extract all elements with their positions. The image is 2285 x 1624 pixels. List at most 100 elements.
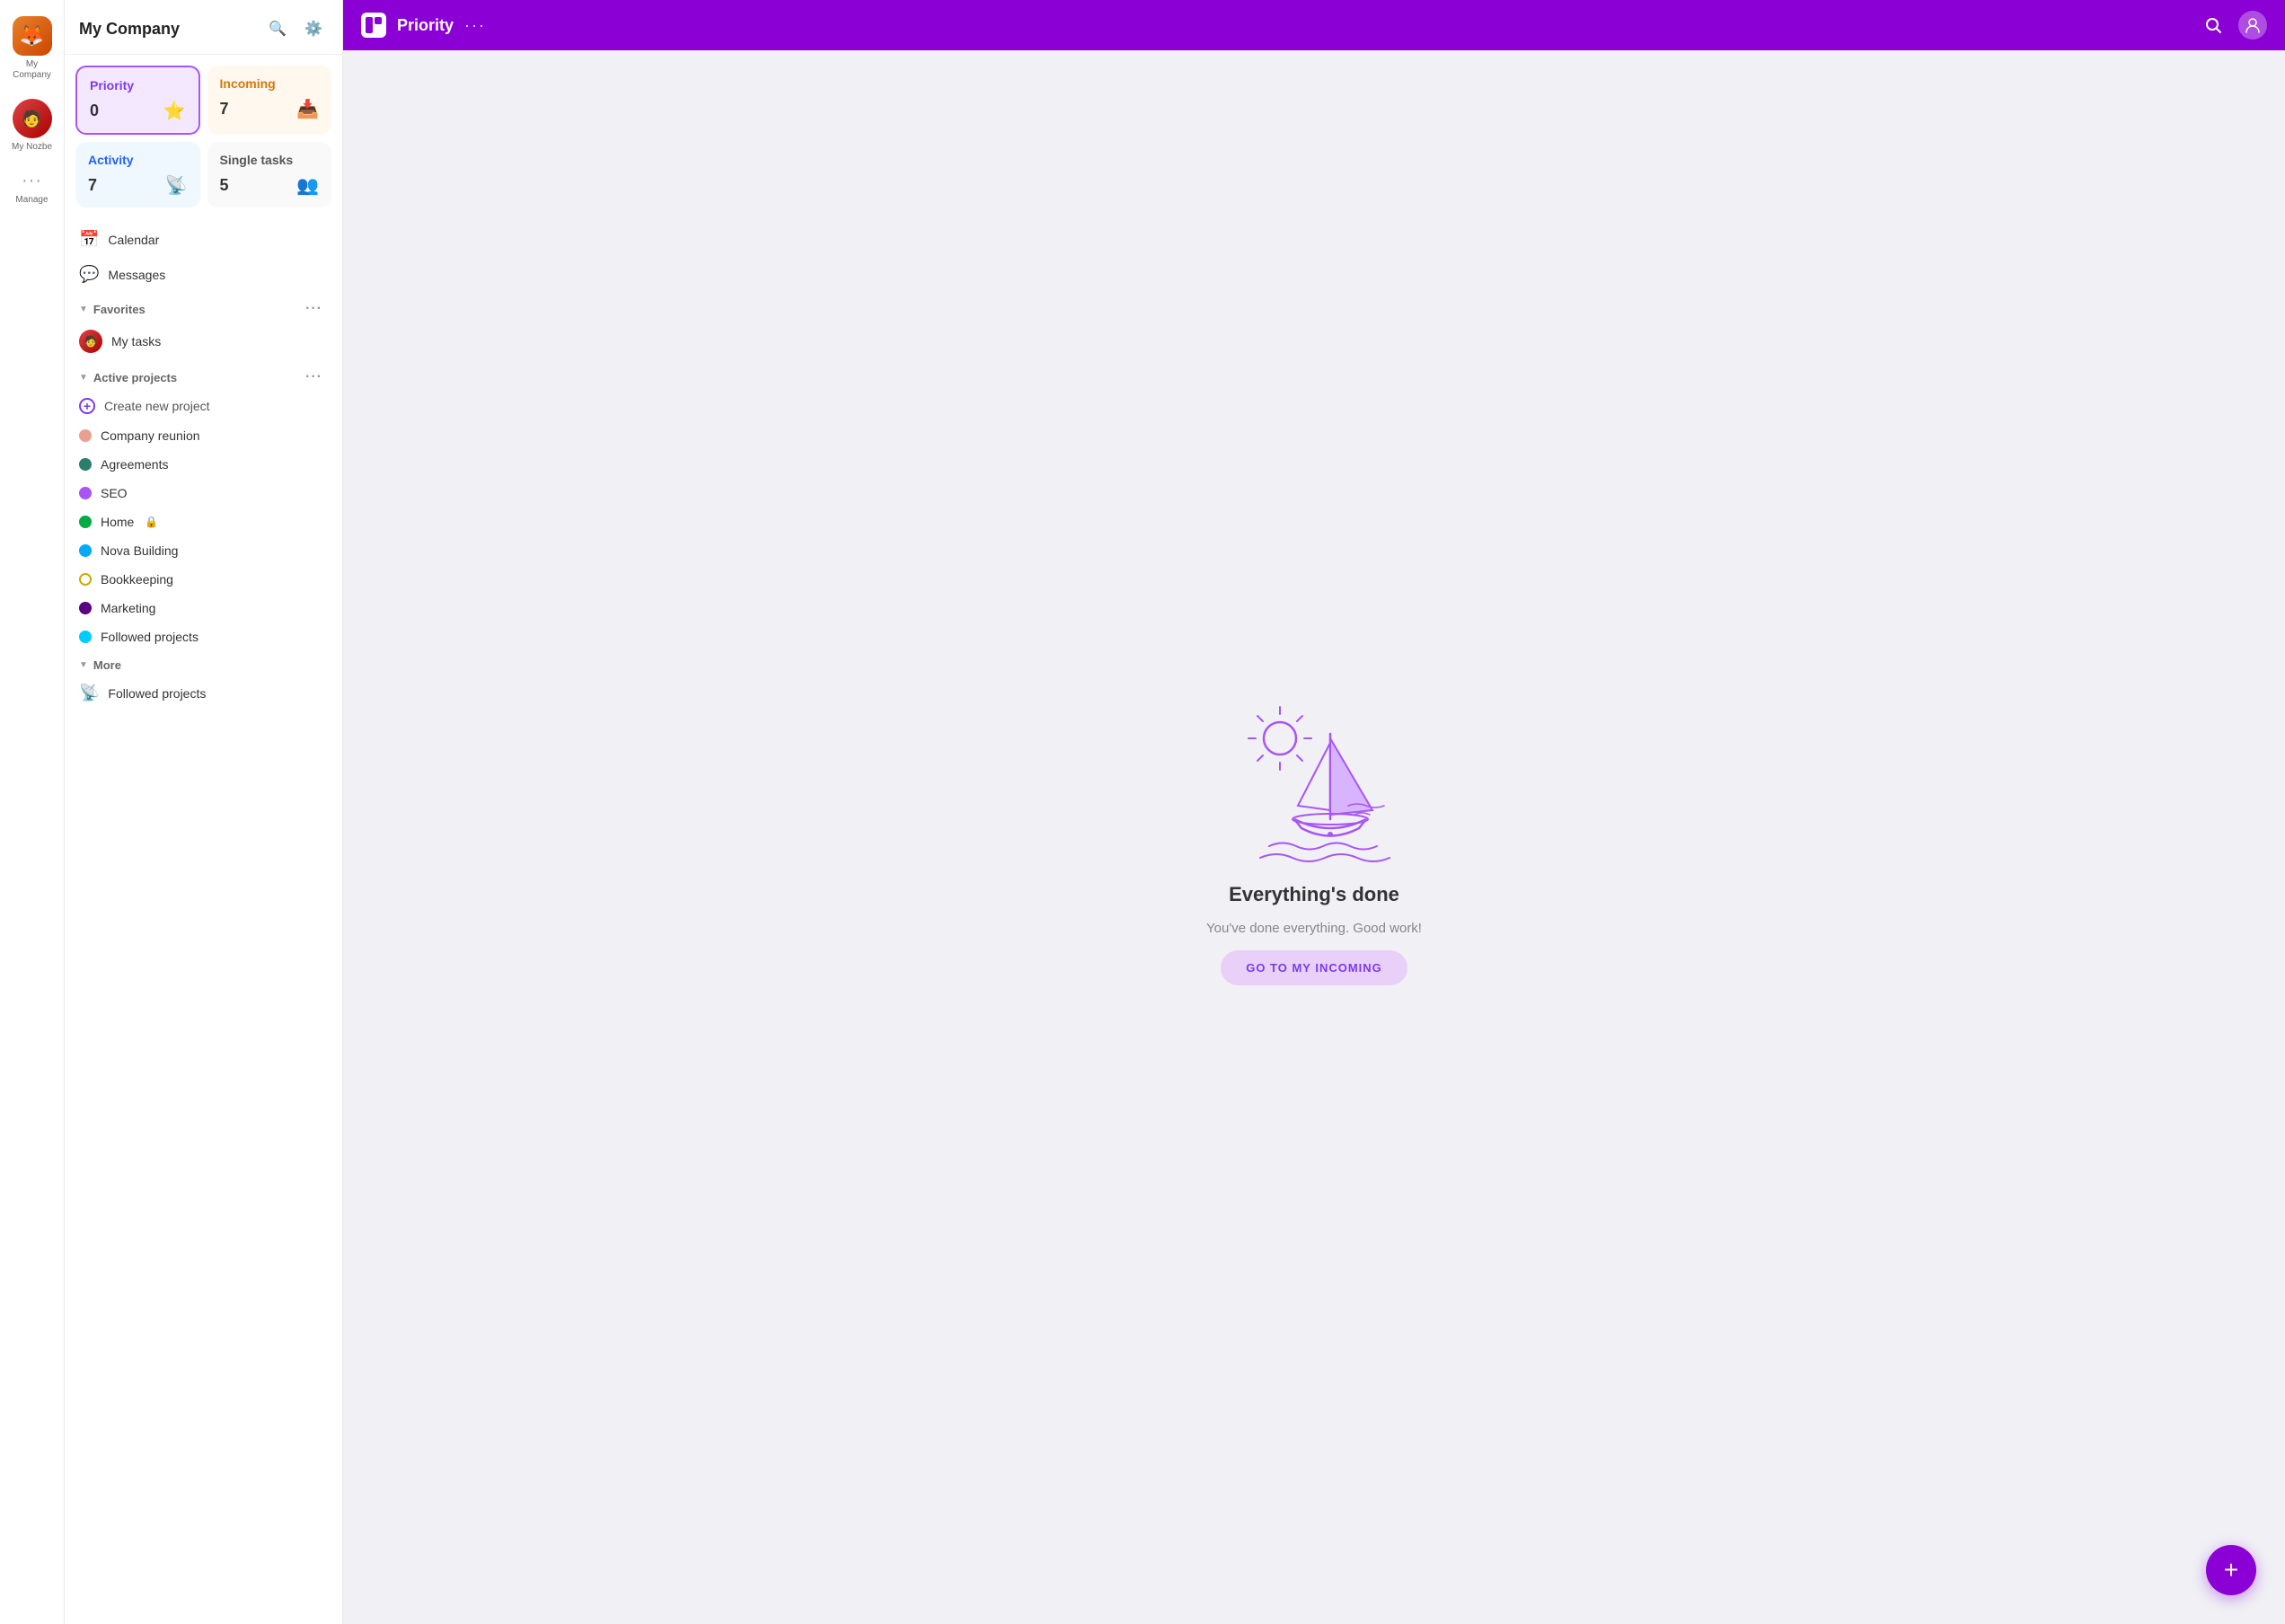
top-bar-title: Priority <box>397 16 454 35</box>
project-dot-home <box>79 516 92 528</box>
top-bar: Priority ··· <box>343 0 2285 50</box>
active-projects-arrow-icon: ▼ <box>79 373 88 383</box>
calendar-nav-item[interactable]: 📅 Calendar <box>65 222 342 257</box>
single-tasks-count: 5 <box>220 176 229 195</box>
top-bar-search-button[interactable] <box>2199 11 2228 40</box>
company-label: My Company <box>9 59 56 81</box>
create-project-label: Create new project <box>104 399 210 413</box>
empty-state: Everything's done You've done everything… <box>1206 689 1422 985</box>
sidebar-nav: 📅 Calendar 💬 Messages ▼ Favorites ··· 🧑 … <box>65 218 342 1624</box>
manage-dots-icon: ··· <box>22 171 42 191</box>
priority-card-label: Priority <box>90 78 186 93</box>
sidebar-header-icons: 🔍 ⚙️ <box>263 14 328 43</box>
my-tasks-label: My tasks <box>111 334 161 349</box>
more-label: More <box>93 658 121 672</box>
project-dot-bookkeeping <box>79 573 92 586</box>
quick-nav: Priority 0 ⭐ Incoming 7 📥 Activity 7 📡 S… <box>65 55 342 218</box>
empty-state-subtitle: You've done everything. Good work! <box>1206 921 1422 936</box>
activity-count: 7 <box>88 176 97 195</box>
company-news-label: Followed projects <box>101 630 199 644</box>
messages-nav-item[interactable]: 💬 Messages <box>65 257 342 292</box>
incoming-card-label: Incoming <box>220 76 320 91</box>
project-dot-marketing <box>79 602 92 614</box>
my-tasks-item[interactable]: 🧑 My tasks <box>65 322 342 360</box>
project-agreements[interactable]: Agreements <box>65 450 342 479</box>
priority-count: 0 <box>90 102 99 120</box>
create-project-item[interactable]: + Create new project <box>65 391 342 421</box>
fab-icon: + <box>2224 1556 2238 1584</box>
priority-star-icon: ⭐ <box>163 100 186 122</box>
go-to-incoming-button[interactable]: GO TO MY INCOMING <box>1221 950 1407 985</box>
project-dot-nova <box>79 544 92 557</box>
project-company-news[interactable]: Followed projects <box>65 622 342 651</box>
favorites-label: Favorites <box>93 303 146 316</box>
empty-state-title: Everything's done <box>1229 883 1399 906</box>
activity-card-label: Activity <box>88 153 188 167</box>
project-list: Company reunion Agreements SEO Home 🔒 No… <box>65 421 342 651</box>
messages-label: Messages <box>108 268 165 282</box>
calendar-label: Calendar <box>108 233 159 247</box>
activity-rss-icon: 📡 <box>165 174 188 197</box>
more-arrow-icon: ▼ <box>79 660 88 670</box>
create-project-icon: + <box>79 398 95 414</box>
top-bar-logo <box>361 13 386 38</box>
manage-label: Manage <box>15 195 48 206</box>
more-section-header: ▼ More <box>65 651 342 675</box>
my-nozbe-label: My Nozbe <box>12 142 52 153</box>
my-tasks-avatar: 🧑 <box>79 330 102 353</box>
favorites-section-header: ▼ Favorites ··· <box>65 292 342 322</box>
calendar-icon: 📅 <box>79 230 99 249</box>
project-dot-company-news <box>79 631 92 643</box>
activity-card[interactable]: Activity 7 📡 <box>75 142 200 207</box>
priority-card[interactable]: Priority 0 ⭐ <box>75 66 200 135</box>
top-bar-more-button[interactable]: ··· <box>464 16 486 35</box>
sidebar-header: My Company 🔍 ⚙️ <box>65 0 342 55</box>
active-projects-more-button[interactable]: ··· <box>300 367 328 387</box>
search-icon <box>2204 16 2222 34</box>
my-nozbe-avatar: 🧑 <box>13 99 52 138</box>
company-avatar: 🦊 <box>13 16 52 56</box>
single-tasks-icon: 👥 <box>296 174 319 197</box>
activity-count-row: 7 📡 <box>88 174 188 197</box>
company-icon-button[interactable]: 🦊 My Company <box>4 11 61 86</box>
single-tasks-card[interactable]: Single tasks 5 👥 <box>207 142 332 207</box>
active-projects-section-header: ▼ Active projects ··· <box>65 360 342 391</box>
sidebar-title: My Company <box>79 20 180 39</box>
project-seo[interactable]: SEO <box>65 479 342 508</box>
followed-projects-label: Followed projects <box>108 686 206 701</box>
main-content: Priority ··· <box>343 0 2285 1624</box>
search-button[interactable]: 🔍 <box>263 14 292 43</box>
incoming-count-row: 7 📥 <box>220 98 320 120</box>
home-lock-icon: 🔒 <box>145 516 158 528</box>
project-dot-seo <box>79 487 92 499</box>
priority-count-row: 0 ⭐ <box>90 100 186 122</box>
my-nozbe-button[interactable]: 🧑 My Nozbe <box>4 93 61 158</box>
incoming-card[interactable]: Incoming 7 📥 <box>207 66 332 135</box>
single-tasks-card-label: Single tasks <box>220 153 320 167</box>
user-icon <box>2245 17 2261 33</box>
project-company-reunion[interactable]: Company reunion <box>65 421 342 450</box>
project-nova-building[interactable]: Nova Building <box>65 536 342 565</box>
sailboat-illustration <box>1215 689 1413 869</box>
content-area: Everything's done You've done everything… <box>343 50 2285 1624</box>
project-dot-agreements <box>79 458 92 471</box>
followed-projects-icon: 📡 <box>79 684 99 702</box>
active-projects-label: Active projects <box>93 371 177 384</box>
project-marketing[interactable]: Marketing <box>65 594 342 622</box>
followed-projects-item[interactable]: 📡 Followed projects <box>65 675 342 710</box>
incoming-count: 7 <box>220 100 229 119</box>
manage-button[interactable]: ··· Manage <box>10 165 53 211</box>
fab-add-button[interactable]: + <box>2206 1545 2256 1595</box>
project-bookkeeping[interactable]: Bookkeeping <box>65 565 342 594</box>
project-dot-company-reunion <box>79 429 92 442</box>
single-tasks-count-row: 5 👥 <box>220 174 320 197</box>
favorites-more-button[interactable]: ··· <box>300 299 328 319</box>
incoming-inbox-icon: 📥 <box>296 98 319 120</box>
icon-bar: 🦊 My Company 🧑 My Nozbe ··· Manage <box>0 0 65 1624</box>
messages-icon: 💬 <box>79 265 99 284</box>
favorites-arrow-icon: ▼ <box>79 304 88 314</box>
sidebar: My Company 🔍 ⚙️ Priority 0 ⭐ Incoming 7 … <box>65 0 343 1624</box>
settings-button[interactable]: ⚙️ <box>299 14 328 43</box>
project-home[interactable]: Home 🔒 <box>65 508 342 536</box>
top-bar-user-button[interactable] <box>2238 11 2267 40</box>
